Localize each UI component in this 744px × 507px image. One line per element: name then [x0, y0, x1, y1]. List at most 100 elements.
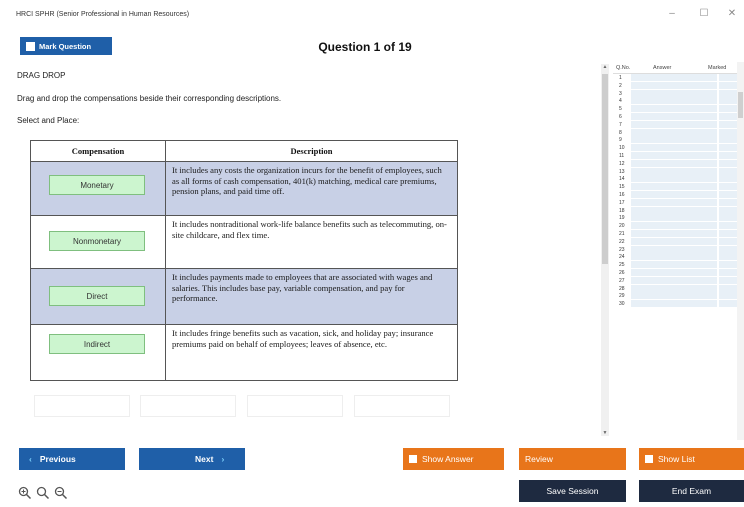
question-list-row[interactable]: 25 [613, 261, 744, 269]
question-number: 3 [619, 90, 622, 97]
question-list-scrollbar[interactable] [737, 62, 744, 440]
question-list-row[interactable]: 28 [613, 284, 744, 293]
mark-question-button[interactable]: Mark Question [20, 37, 112, 55]
minimize-icon[interactable]: – [662, 8, 682, 19]
description-text: It includes fringe benefits such as vaca… [172, 328, 434, 349]
checkbox-icon [26, 41, 35, 51]
scroll-up-icon[interactable]: ▲ [601, 64, 609, 70]
question-list-row[interactable]: 30 [613, 300, 744, 308]
next-button[interactable]: Next › [139, 448, 245, 470]
question-list-header: Q.No. Answer Marked [613, 62, 744, 74]
question-list-row[interactable]: 16 [613, 190, 744, 199]
answer-header: Answer [653, 65, 672, 71]
show-answer-label: Show Answer [422, 454, 474, 464]
description-text: It includes payments made to employees t… [172, 272, 433, 303]
question-list-row[interactable]: 8 [613, 128, 744, 137]
question-number: 12 [619, 160, 625, 167]
question-number: 30 [619, 301, 625, 308]
close-icon[interactable]: ✕ [722, 8, 742, 19]
question-list-row[interactable]: 17 [613, 198, 744, 207]
end-exam-button[interactable]: End Exam [639, 480, 744, 502]
answer-cell [631, 276, 717, 284]
scrollbar-thumb[interactable] [602, 74, 608, 264]
question-number: 9 [619, 137, 622, 144]
question-list-row[interactable]: 6 [613, 112, 744, 121]
question-list-row[interactable]: 21 [613, 229, 744, 238]
answer-cell [631, 198, 717, 206]
answer-cell [631, 159, 717, 167]
question-list-row[interactable]: 27 [613, 276, 744, 285]
answer-cell [631, 292, 717, 300]
question-number: 8 [619, 129, 622, 136]
answer-cell [631, 268, 717, 276]
drag-item-nonmonetary[interactable]: Nonmonetary [49, 231, 145, 251]
question-list-row[interactable]: 12 [613, 159, 744, 168]
question-number: 15 [619, 184, 625, 191]
question-list-row[interactable]: 13 [613, 167, 744, 176]
question-list-row[interactable]: 5 [613, 105, 744, 113]
column-header-description: Description [165, 140, 458, 162]
answer-cell [631, 112, 717, 120]
compensation-cell: Indirect [30, 324, 166, 381]
question-list-row[interactable]: 24 [613, 253, 744, 261]
question-number: 16 [619, 191, 625, 198]
description-cell: It includes nontraditional work-life bal… [165, 215, 458, 269]
drop-target[interactable] [354, 395, 450, 417]
zoom-out-icon[interactable] [54, 486, 68, 500]
table-header-row: Compensation Description [30, 140, 458, 162]
drop-target[interactable] [34, 395, 130, 417]
question-number: 24 [619, 254, 625, 261]
question-list-row[interactable]: 1 [613, 74, 744, 82]
table-row: Indirect It includes fringe benefits suc… [30, 324, 458, 381]
window-title: HRCI SPHR (Senior Professional in Human … [16, 11, 190, 18]
drag-item-indirect[interactable]: Indirect [49, 334, 145, 354]
zoom-in-icon[interactable] [18, 486, 32, 500]
zoom-reset-icon[interactable] [36, 486, 50, 500]
answer-cell [631, 245, 717, 253]
drop-target[interactable] [247, 395, 343, 417]
question-list-row[interactable]: 7 [613, 120, 744, 129]
chevron-left-icon: ‹ [29, 454, 32, 464]
drag-drop-table: Compensation Description Monetary It inc… [30, 140, 458, 381]
compensation-cell: Nonmonetary [30, 215, 166, 269]
drop-target[interactable] [140, 395, 236, 417]
question-list-row[interactable]: 2 [613, 81, 744, 90]
question-number: 19 [619, 215, 625, 222]
question-list-row[interactable]: 10 [613, 144, 744, 152]
previous-button[interactable]: ‹ Previous [19, 448, 125, 470]
review-button[interactable]: Review [519, 448, 626, 470]
show-list-button[interactable]: Show List [639, 448, 744, 470]
question-number: 28 [619, 285, 625, 292]
save-session-button[interactable]: Save Session [519, 480, 626, 502]
content-scrollbar[interactable]: ▲ ▼ [601, 64, 609, 436]
question-number: 7 [619, 121, 622, 128]
maximize-icon[interactable]: ☐ [694, 8, 714, 19]
question-list-row[interactable]: 23 [613, 245, 744, 254]
description-text: It includes nontraditional work-life bal… [172, 219, 447, 240]
drag-item-monetary[interactable]: Monetary [49, 175, 145, 195]
question-list-row[interactable]: 15 [613, 183, 744, 191]
question-header: Mark Question Question 1 of 19 [0, 34, 744, 60]
question-list-row[interactable]: 18 [613, 206, 744, 215]
question-list-row[interactable]: 4 [613, 97, 744, 105]
description-cell: It includes any costs the organization i… [165, 161, 458, 216]
question-number: 17 [619, 199, 625, 206]
question-list-row[interactable]: 9 [613, 136, 744, 144]
question-list-row[interactable]: 19 [613, 214, 744, 222]
show-answer-button[interactable]: Show Answer [403, 448, 504, 470]
question-list-row[interactable]: 26 [613, 268, 744, 277]
drag-item-direct[interactable]: Direct [49, 286, 145, 306]
previous-label: Previous [39, 454, 76, 464]
question-list-row[interactable]: 22 [613, 237, 744, 246]
scrollbar-thumb[interactable] [738, 92, 743, 118]
question-instruction: Drag and drop the compensations beside t… [17, 94, 282, 103]
answer-cell [631, 144, 717, 152]
question-list-panel: Q.No. Answer Marked 1 2 3 4 5 6 7 8 9 10 11 12 13 14 1… [613, 62, 744, 440]
question-list-row[interactable]: 14 [613, 175, 744, 183]
question-number: 13 [619, 168, 625, 175]
scroll-down-icon[interactable]: ▼ [601, 430, 609, 436]
question-list-row[interactable]: 11 [613, 151, 744, 160]
question-list-row[interactable]: 20 [613, 222, 744, 230]
question-list-row[interactable]: 3 [613, 89, 744, 98]
question-list-row[interactable]: 29 [613, 292, 744, 300]
